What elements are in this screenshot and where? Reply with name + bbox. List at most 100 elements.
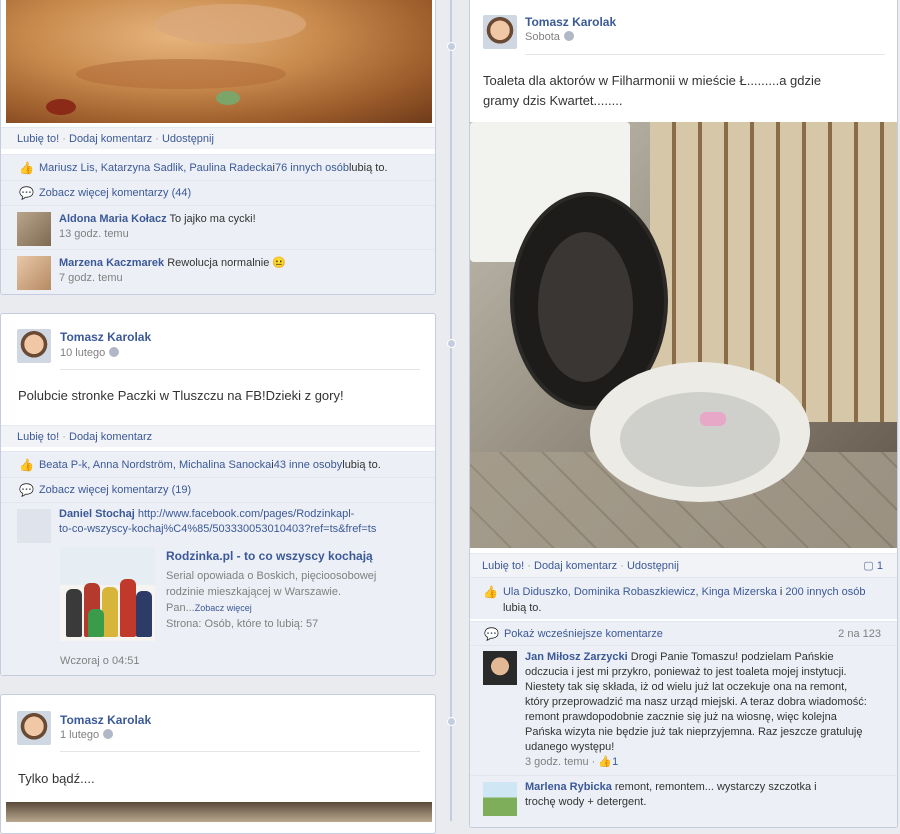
comment-author[interactable]: Marzena Kaczmarek	[59, 257, 164, 269]
more-comments-row[interactable]: 💬 Zobacz więcej komentarzy (19)	[1, 477, 435, 502]
comment-author[interactable]: Jan Miłosz Zarzycki	[525, 651, 628, 663]
comment-time[interactable]: 7 godz. temu	[59, 272, 123, 284]
earlier-comments-link[interactable]: Pokaż wcześniejsze komentarze	[504, 628, 663, 640]
divider	[60, 369, 420, 370]
comment-item: Jan Miłosz Zarzycki Drogi Panie Tomaszu!…	[470, 645, 897, 775]
comment-text: To jajko ma cycki!	[169, 213, 256, 225]
comment-text: Pańska wizyta nie będzie już tak nieprzy…	[525, 726, 863, 738]
post-date[interactable]: 10 lutego	[60, 347, 120, 359]
comment-item: Marzena Kaczmarek Rewolucja normalnie 😐 …	[1, 249, 435, 294]
timeline-spine	[450, 0, 452, 821]
comment-author[interactable]: Marlena Rybicka	[525, 781, 612, 793]
link-preview-meta: Strona: Osób, które to lubią: 57	[166, 618, 319, 630]
link-preview-desc: rodzinie mieszkającej w Warszawie.	[166, 586, 342, 598]
globe-icon	[109, 347, 120, 357]
comment-text: odczucia i jest mi przykro, ponieważ to …	[525, 666, 847, 678]
post-toaleta-card: Tomasz Karolak Sobota Toaleta dla aktoró…	[469, 0, 898, 828]
avatar[interactable]	[483, 15, 517, 49]
globe-icon	[103, 729, 114, 739]
earlier-comments-row[interactable]: 💬 Pokaż wcześniejsze komentarze 2 na 123	[470, 621, 897, 645]
comment-bubble-icon: 💬	[484, 626, 499, 641]
comment-url-cont[interactable]: to-co-wszyscy-kochaj%C4%85/5033300530104…	[59, 523, 376, 535]
avatar[interactable]	[17, 256, 51, 290]
likes-suffix: lubią to.	[342, 458, 381, 471]
thumbs-up-icon: 👍	[483, 585, 498, 599]
more-comments-row[interactable]: 💬 Zobacz więcej komentarzy (44)	[1, 180, 435, 205]
comment-text: Rewolucja normalnie	[167, 257, 270, 269]
divider	[60, 751, 420, 752]
like-link[interactable]: Lubię to!	[17, 133, 59, 145]
comment-author[interactable]: Aldona Maria Kołacz	[59, 213, 167, 225]
post-author[interactable]: Tomasz Karolak	[525, 15, 616, 29]
comment-count-icon: ▢	[863, 560, 874, 572]
avatar[interactable]	[17, 329, 51, 363]
emoji-icon: 😐	[272, 257, 287, 269]
timeline-dot	[447, 42, 456, 51]
avatar[interactable]	[483, 782, 517, 816]
comment-text: który przeprowadzić ma nasz urząd miejsk…	[525, 696, 867, 708]
see-more-link[interactable]: Zobacz więcej	[195, 603, 252, 613]
comment-like-count[interactable]: 👍1	[598, 756, 618, 768]
comment-text: udanego występu!	[525, 741, 615, 753]
comment-link[interactable]: Dodaj komentarz	[534, 560, 617, 572]
likes-suffix: lubią to.	[502, 602, 542, 614]
post-actions: Lubię to! · Dodaj komentarz · Udostępnij	[1, 127, 435, 149]
link-preview-image[interactable]	[60, 547, 155, 641]
post-photo-food[interactable]	[6, 0, 432, 123]
comment-url[interactable]: http://www.facebook.com/pages/Rodzinkapl…	[138, 508, 354, 520]
comment-link[interactable]: Dodaj komentarz	[69, 133, 152, 145]
likes-row: 👍 Beata P-k, Anna Nordström, Michalina S…	[1, 451, 435, 477]
share-link[interactable]: Udostępnij	[162, 133, 214, 145]
comment-bubble-icon: 💬	[19, 186, 34, 200]
comment-count[interactable]: ▢ 1	[863, 554, 883, 578]
post-paczki-card: Tomasz Karolak 10 lutego Polubcie stronk…	[0, 313, 436, 676]
thumbs-up-icon: 👍	[598, 756, 613, 768]
comment-bubble-icon: 💬	[19, 483, 34, 497]
likes-names[interactable]: Ula Diduszko, Dominika Robaszkiewicz, Ki…	[503, 586, 777, 598]
avatar[interactable]	[17, 212, 51, 246]
post-photo-toilet[interactable]	[470, 122, 897, 548]
comment-time[interactable]: Wczoraj o 04:51	[60, 655, 139, 667]
likes-more-link[interactable]: 200 innych osób	[785, 586, 865, 598]
likes-suffix: lubią to.	[348, 161, 388, 174]
post-actions: Lubię to! · Dodaj komentarz · Udostępnij…	[470, 553, 897, 577]
more-comments-link[interactable]: Zobacz więcej komentarzy (19)	[39, 484, 191, 496]
post-author[interactable]: Tomasz Karolak	[60, 713, 151, 727]
globe-icon	[563, 31, 574, 41]
likes-row: 👍 Ula Diduszko, Dominika Robaszkiewicz, …	[470, 577, 897, 619]
comment-time[interactable]: 13 godz. temu	[59, 228, 129, 240]
avatar[interactable]	[17, 509, 51, 543]
post-date[interactable]: 1 lutego	[60, 729, 114, 741]
likes-more-link[interactable]: 76 innych osób	[275, 162, 349, 174]
link-preview-title[interactable]: Rodzinka.pl - to co wszyscy kochają	[166, 548, 426, 564]
comment-text: trochę wody + detergent.	[525, 796, 647, 808]
post-text: Tylko bądź....	[18, 771, 95, 786]
link-preview-desc: Serial opowiada o Boskich, pięcioosobowe…	[166, 570, 377, 582]
post-date[interactable]: Sobota	[525, 31, 574, 43]
comment-item: Marlena Rybicka remont, remontem... wyst…	[470, 775, 897, 827]
comment-time[interactable]: 3 godz. temu	[525, 756, 589, 768]
likes-row: 👍 Mariusz Lis, Katarzyna Sadlik, Paulina…	[1, 154, 435, 180]
like-link[interactable]: Lubię to!	[482, 560, 524, 572]
likes-names[interactable]: Mariusz Lis, Katarzyna Sadlik, Paulina R…	[39, 162, 273, 174]
comment-link[interactable]: Dodaj komentarz	[69, 431, 152, 443]
comments-counter: 2 na 123	[838, 627, 881, 640]
link-preview-desc: Pan...	[166, 602, 195, 614]
post-photo[interactable]	[6, 802, 432, 822]
thumbs-up-icon: 👍	[19, 160, 34, 175]
post-author[interactable]: Tomasz Karolak	[60, 330, 151, 344]
comment-text: remont prawdopodobnie zacznie się już na…	[525, 711, 837, 723]
post-text: Polubcie stronke Paczki w Tluszczu na FB…	[18, 388, 344, 403]
like-link[interactable]: Lubię to!	[17, 431, 59, 443]
more-comments-link[interactable]: Zobacz więcej komentarzy (44)	[39, 187, 191, 199]
likes-names[interactable]: Beata P-k, Anna Nordström, Michalina San…	[39, 459, 271, 471]
share-link[interactable]: Udostępnij	[627, 560, 679, 572]
avatar[interactable]	[483, 651, 517, 685]
likes-more-link[interactable]: 43 inne osoby	[274, 459, 343, 471]
comment-text: remont, remontem... wystarczy szczotka i	[614, 781, 817, 793]
post-text: Toaleta dla aktorów w Filharmonii w mieś…	[483, 73, 822, 108]
avatar[interactable]	[17, 711, 51, 745]
timeline-dot	[447, 717, 456, 726]
comment-author[interactable]: Daniel Stochaj	[59, 508, 135, 520]
comment-text: Niestety tak się składa, iż od wielu już…	[525, 681, 848, 693]
